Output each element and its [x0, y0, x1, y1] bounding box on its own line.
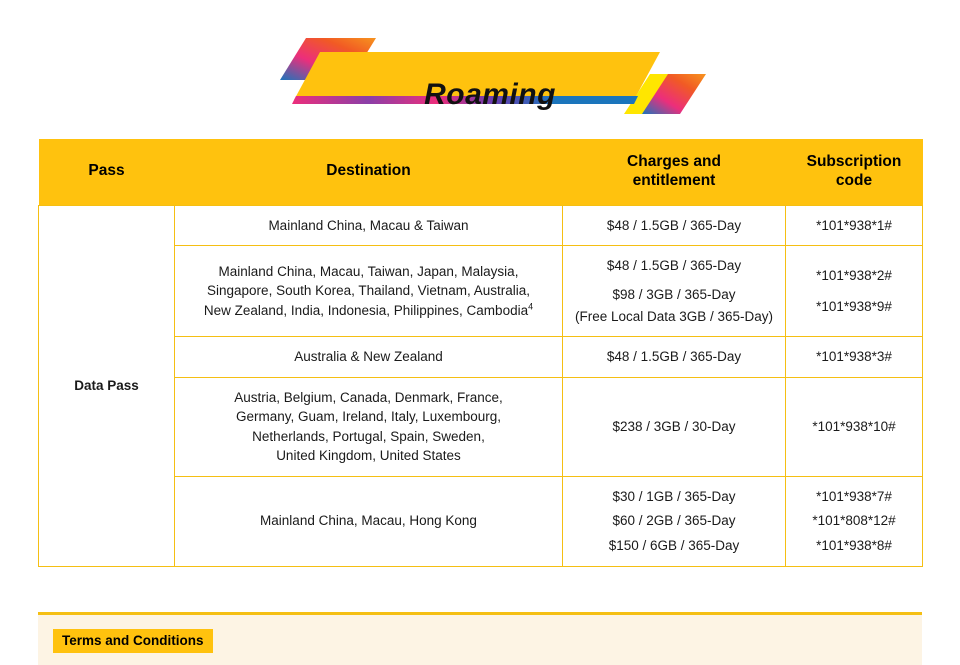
subscription-code-cell: *101*938*2# *101*938*9#	[785, 245, 923, 338]
charges-line: $48 / 1.5GB / 365-Day	[606, 258, 742, 274]
subscription-code-line: *101*938*2#	[816, 268, 892, 284]
destination-line-group: Austria, Belgium, Canada, Denmark, Franc…	[183, 388, 554, 466]
subscription-code-line: *101*938*9#	[816, 298, 892, 314]
charges-line: $60 / 2GB / 365-Day	[612, 513, 736, 529]
destination-cell: Mainland China, Macau & Taiwan	[174, 204, 563, 247]
subscription-code-cell: *101*938*7# *101*808*12# *101*938*8#	[785, 475, 923, 567]
column-header-pass: Pass	[38, 139, 175, 206]
destination-line: Austria, Belgium, Canada, Denmark, Franc…	[234, 389, 503, 405]
destination-line: New Zealand, India, Indonesia, Philippin…	[183, 301, 554, 321]
footnote-marker: 4	[528, 301, 534, 312]
charges-cell: $48 / 1.5GB / 365-Day	[562, 336, 786, 378]
charges-cell: $48 / 1.5GB / 365-Day $98 / 3GB / 365-Da…	[562, 245, 786, 338]
banner-graphic	[280, 38, 706, 114]
subscription-code-cell: *101*938*1#	[785, 204, 923, 247]
table-header-row: Pass Destination Charges and entitlement…	[38, 139, 923, 206]
pass-type-label: Data Pass	[38, 204, 175, 567]
destination-line: Singapore, South Korea, Thailand, Vietna…	[207, 283, 530, 299]
destination-cell: Australia & New Zealand	[174, 336, 563, 378]
banner-bottom-stripe	[292, 96, 638, 104]
subscription-code-group: *101*938*2# *101*938*9#	[794, 266, 914, 316]
column-header-charges: Charges and entitlement	[562, 139, 786, 206]
destination-line: Netherlands, Portugal, Spain, Sweden,	[252, 428, 485, 444]
column-header-subscription-code: Subscription code	[785, 139, 923, 206]
subscription-code-line: *101*938*8#	[816, 538, 892, 553]
charges-cell: $238 / 3GB / 30-Day	[562, 376, 786, 477]
terms-and-conditions-link[interactable]: Terms and Conditions	[53, 629, 213, 653]
table-header: Pass Destination Charges and entitlement…	[38, 139, 923, 206]
destination-line-group: Mainland China, Macau, Taiwan, Japan, Ma…	[183, 262, 554, 321]
column-header-destination: Destination	[174, 139, 563, 206]
destination-line-text: New Zealand, India, Indonesia, Philippin…	[203, 303, 529, 318]
column-header-charges-line1: Charges and	[627, 153, 721, 170]
charges-line: $30 / 1GB / 365-Day	[612, 488, 736, 504]
subscription-code-group: *101*938*7# *101*808*12# *101*938*8#	[794, 487, 914, 556]
destination-line: Germany, Guam, Ireland, Italy, Luxembour…	[235, 409, 502, 425]
roaming-rates-table: Pass Destination Charges and entitlement…	[38, 139, 923, 567]
subscription-code-cell: *101*938*3#	[785, 336, 923, 378]
column-header-charges-line2: entitlement	[632, 171, 716, 189]
table-row: Data Pass Mainland China, Macau & Taiwan…	[38, 204, 923, 567]
charges-cell: $30 / 1GB / 365-Day $60 / 2GB / 365-Day …	[562, 475, 786, 567]
charges-line-group: $48 / 1.5GB / 365-Day $98 / 3GB / 365-Da…	[571, 256, 777, 326]
subscription-code-line: *101*938*7#	[816, 488, 892, 504]
roaming-rates-table-container: Pass Destination Charges and entitlement…	[38, 139, 923, 567]
charges-line: (Free Local Data 3GB / 365-Day)	[574, 308, 774, 324]
destination-line: United Kingdom, United States	[276, 448, 461, 464]
charges-line: $150 / 6GB / 365-Day	[608, 538, 740, 553]
banner-yellow-bar	[294, 52, 660, 100]
charges-cell: $48 / 1.5GB / 365-Day	[562, 204, 786, 247]
page-banner: Roaming	[0, 30, 960, 116]
subscription-code-line: *101*808*12#	[812, 513, 896, 529]
table-body: Data Pass Mainland China, Macau & Taiwan…	[38, 204, 923, 567]
column-header-subscription-line2: code	[835, 171, 873, 189]
charges-line: $98 / 3GB / 365-Day	[612, 286, 736, 302]
footer-band: Terms and Conditions	[38, 612, 922, 665]
subscription-code-cell: *101*938*10#	[785, 376, 923, 477]
charges-line-group: $30 / 1GB / 365-Day $60 / 2GB / 365-Day …	[571, 487, 777, 556]
destination-cell: Mainland China, Macau, Taiwan, Japan, Ma…	[174, 245, 563, 338]
destination-line: Mainland China, Macau, Taiwan, Japan, Ma…	[218, 263, 519, 279]
destination-cell: Mainland China, Macau, Hong Kong	[174, 475, 563, 567]
destination-cell: Austria, Belgium, Canada, Denmark, Franc…	[174, 376, 563, 477]
column-header-subscription-line1: Subscription	[806, 153, 902, 170]
